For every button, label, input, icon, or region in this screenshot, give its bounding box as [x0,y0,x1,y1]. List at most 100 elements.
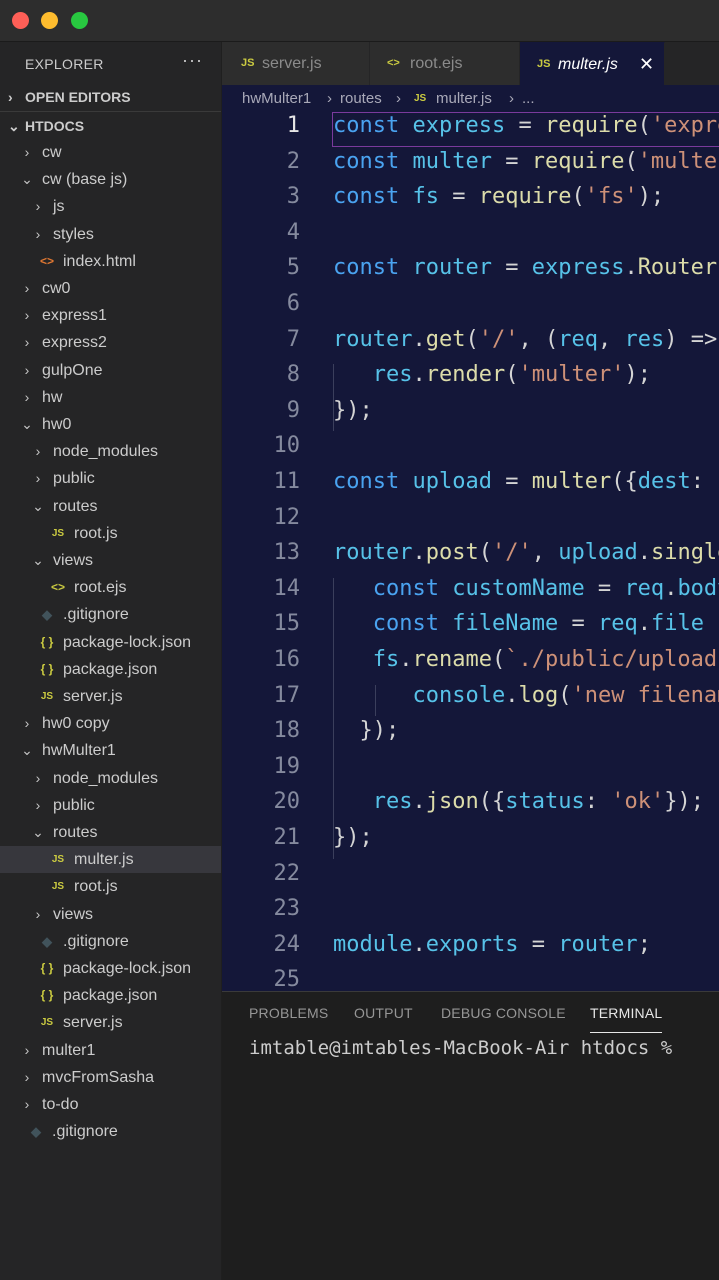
js-file-icon: JS [537,58,551,70]
tree-file-package-lock-json[interactable]: { } package-lock.json [0,629,221,656]
tree-file-gitignore[interactable]: ◆ .gitignore [0,601,221,628]
tree-file-root-ejs[interactable]: <> root.ejs [0,574,221,601]
tree-item-label: hw0 [42,416,72,433]
line-number: 4 [286,219,300,245]
tree-folder-node-modules[interactable]: › node_modules [0,765,221,792]
html-file-icon: <> [39,253,54,268]
tree-folder-hwmulter1[interactable]: ⌄ hwMulter1 [0,737,221,764]
tab-problems[interactable]: PROBLEMS [249,992,328,1032]
tree-folder-views[interactable]: ⌄ views [0,547,221,574]
chevron-down-icon: ⌄ [21,416,33,432]
breadcrumb-file[interactable]: multer.js [436,85,492,112]
line-number: 22 [273,860,301,886]
tab-label: multer.js [558,56,618,73]
more-actions-icon[interactable]: ··· [182,50,203,71]
tree-item-label: root.ejs [74,579,127,597]
code-editor[interactable]: 1 const express = require('express'); 2 con… [222,112,719,991]
tree-folder-node-modules[interactable]: › node_modules [0,438,221,465]
tree-folder-express2[interactable]: › express2 [0,329,221,356]
js-file-icon: JS [40,1017,54,1029]
tree-file-package-lock-json[interactable]: { } package-lock.json [0,955,221,982]
line-number: 18 [273,718,301,744]
htdocs-section[interactable]: ⌄ HTDOCS [0,111,221,140]
tree-file-gitignore[interactable]: ◆ .gitignore [0,928,221,955]
tab-debug-console[interactable]: DEBUG CONSOLE [441,992,566,1032]
chevron-right-icon: › [24,144,30,160]
tree-file-root-js[interactable]: JS root.js [0,873,221,900]
htdocs-label: HTDOCS [25,118,85,134]
tree-file-package-json[interactable]: { } package.json [0,656,221,683]
chevron-right-icon: › [24,1041,30,1058]
tree-folder-public[interactable]: › public [0,465,221,492]
close-icon[interactable]: ✕ [639,43,654,86]
tree-item-label: mvcFromSasha [42,1068,155,1086]
code-line: router.post('/', upload.single [333,540,719,566]
json-file-icon: { } [40,661,54,676]
ejs-file-icon: <> [387,57,400,69]
json-file-icon: { } [40,634,54,649]
breadcrumb-subfolder[interactable]: routes [340,85,382,112]
tree-folder-gulpone[interactable]: › gulpOne [0,357,221,384]
terminal-prompt[interactable]: imtable@imtables-MacBook-Air htdocs % [249,1037,672,1059]
tree-file-gitignore[interactable]: ◆ .gitignore [0,1118,221,1145]
tree-item-label: package.json [63,987,158,1005]
tree-file-server-js[interactable]: JS server.js [0,1009,221,1036]
line-number: 8 [286,362,300,388]
line-number: 2 [286,148,300,174]
tree-file-multer-js[interactable]: JS multer.js [0,846,221,874]
line-number: 19 [273,753,301,779]
code-line: const router = express.Router(); [333,255,719,281]
chevron-right-icon: › [24,307,30,324]
tree-folder-mvcfromsasha[interactable]: › mvcFromSasha [0,1064,221,1091]
tree-item-label: hw [42,388,63,406]
tree-folder-express1[interactable]: › express1 [0,302,221,329]
tree-file-index-html[interactable]: <> index.html [0,248,221,275]
code-line: const customName = req.body [372,575,719,601]
tree-folder-hw0[interactable]: ⌄ hw0 [0,411,221,438]
chevron-right-icon: › [35,470,41,487]
tree-folder-views[interactable]: › views [0,901,221,928]
tree-folder-routes[interactable]: ⌄ routes [0,493,221,520]
tree-folder-hw[interactable]: › hw [0,384,221,411]
breadcrumb-folder[interactable]: hwMulter1 [242,85,311,112]
line-number: 3 [286,184,300,210]
zoom-window-button[interactable] [71,12,88,29]
chevron-right-icon: › [327,90,332,107]
tree-item-label: package-lock.json [63,633,192,651]
line-number: 13 [273,540,301,566]
tree-folder-public[interactable]: › public [0,792,221,819]
tree-folder-hw0-copy[interactable]: › hw0 copy [0,710,221,737]
tree-folder-cw0[interactable]: › cw0 [0,275,221,302]
tree-item-label: views [53,552,94,569]
code-line: }); [333,825,373,850]
breadcrumb-symbol[interactable]: ... [522,85,535,112]
code-line: const upload = multer({dest: [333,469,704,494]
tab-multer-js[interactable]: JS multer.js ✕ [520,42,665,85]
explorer-header: EXPLORER [25,56,104,72]
open-editors-section[interactable]: › OPEN EDITORS [0,83,221,111]
tab-server-js[interactable]: JS server.js [222,42,370,85]
tree-folder-routes[interactable]: ⌄ routes [0,819,221,846]
tree-folder-js[interactable]: › js [0,193,221,220]
tree-file-root-js[interactable]: JS root.js [0,520,221,547]
code-line: const multer = require('multer'); [333,148,719,174]
tree-item-label: views [53,905,94,923]
chevron-down-icon: ⌄ [21,742,33,759]
explorer-sidebar: EXPLORER ··· › OPEN EDITORS ⌄ HTDOCS › cw… [0,42,222,1280]
tree-item-label: js [53,198,65,216]
tree-folder-multer1[interactable]: › multer1 [0,1037,221,1064]
tab-root-ejs[interactable]: <> root.ejs [370,42,520,85]
minimize-window-button[interactable] [41,12,58,29]
tree-folder-to-do[interactable]: › to-do [0,1091,221,1118]
tab-output[interactable]: OUTPUT [354,992,413,1032]
tree-folder-cw[interactable]: › cw [0,139,221,166]
close-window-button[interactable] [12,12,29,29]
code-line: router.get('/', (req, res) => { [333,326,718,352]
tree-folder-styles[interactable]: › styles [0,221,221,248]
tree-folder-cw-base-js[interactable]: ⌄ cw (base js) [0,166,221,193]
tree-file-server-js[interactable]: JS server.js [0,683,221,710]
tree-file-package-json[interactable]: { } package.json [0,982,221,1009]
tab-terminal[interactable]: TERMINAL [590,992,663,1033]
tab-label: server.js [262,55,322,72]
line-number: 5 [286,255,300,281]
